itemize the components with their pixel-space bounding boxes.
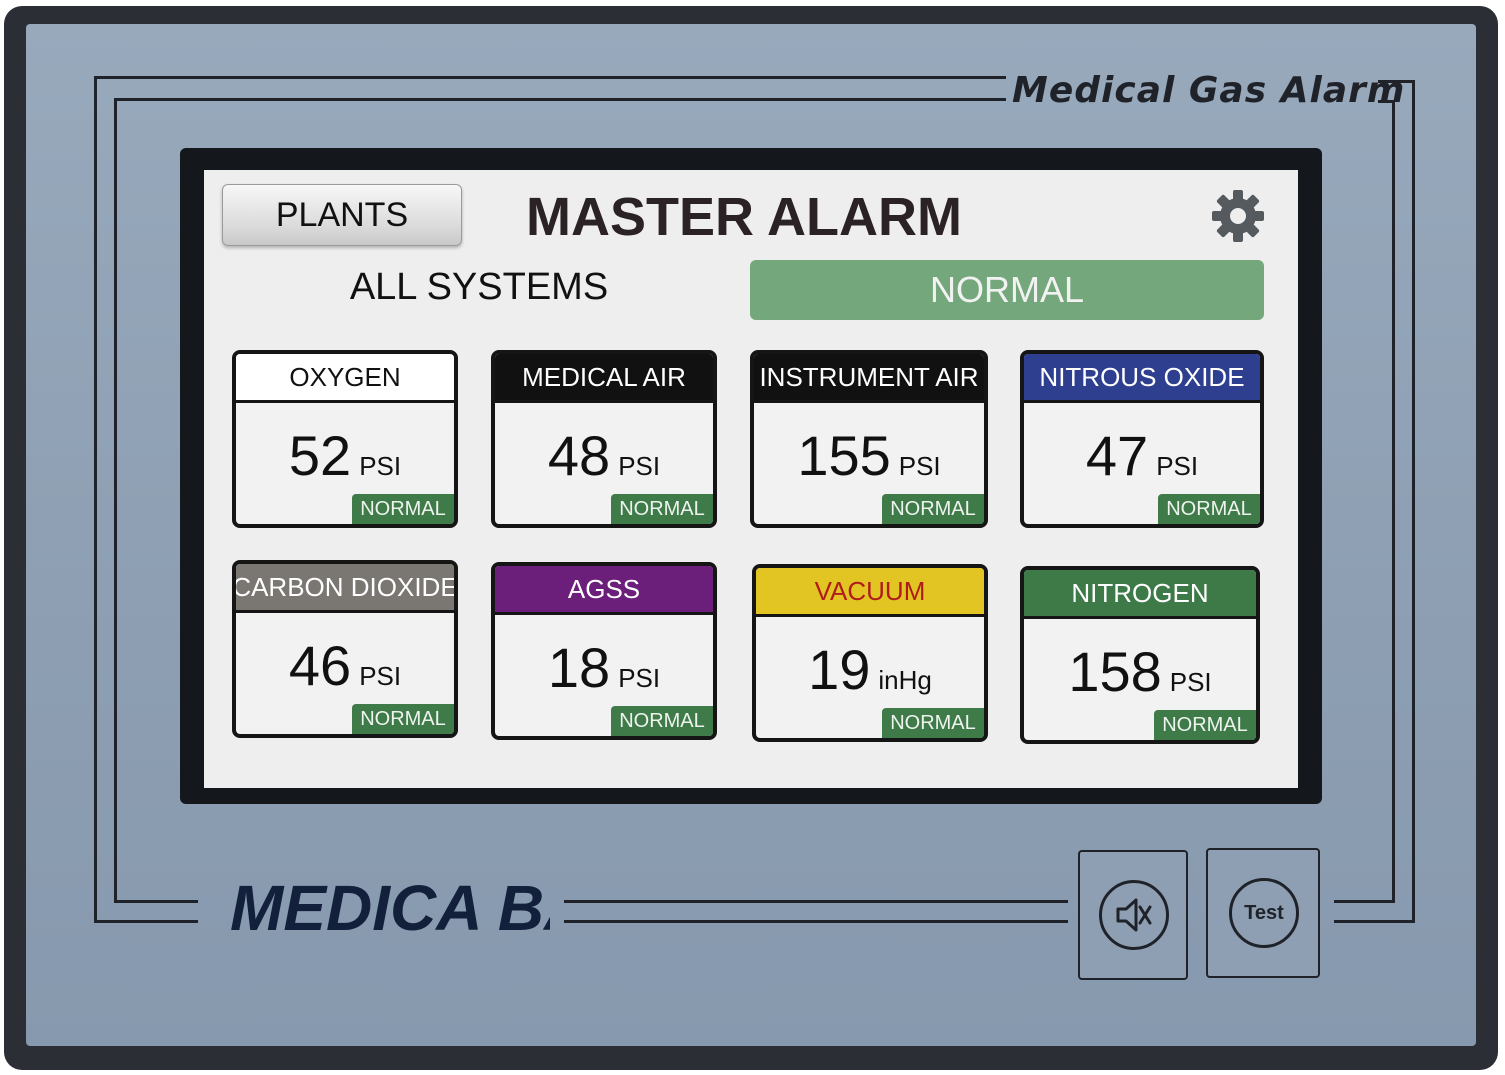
status-badge: NORMAL xyxy=(882,494,984,524)
status-badge: NORMAL xyxy=(611,706,713,736)
faceplate-line xyxy=(94,76,97,922)
tile-header: AGSS xyxy=(495,566,713,612)
tile-header: NITROGEN xyxy=(1024,570,1256,616)
tile-header: VACUUM xyxy=(756,568,984,614)
pressure-value: 47 xyxy=(1085,424,1149,487)
status-badge: NORMAL xyxy=(352,494,454,524)
gas-tile-medical-air[interactable]: MEDICAL AIR 48 PSI NORMAL xyxy=(491,350,717,528)
speaker-mute-icon xyxy=(1116,898,1152,932)
faceplate-line xyxy=(564,900,1068,903)
gas-tile-oxygen[interactable]: OXYGEN 52 PSI NORMAL xyxy=(232,350,458,528)
device-title: Medical Gas Alarm xyxy=(1012,70,1406,111)
pressure-unit: PSI xyxy=(898,451,941,481)
pressure-unit: PSI xyxy=(359,451,402,481)
status-badge: NORMAL xyxy=(611,494,713,524)
gas-tile-instrument-air[interactable]: INSTRUMENT AIR 155 PSI NORMAL xyxy=(750,350,988,528)
tile-header: INSTRUMENT AIR xyxy=(754,354,984,400)
faceplate-line xyxy=(114,98,117,902)
pressure-value: 48 xyxy=(547,424,611,487)
faceplate-line xyxy=(1334,920,1415,923)
pressure-value: 19 xyxy=(808,638,871,701)
pressure-unit: PSI xyxy=(1169,667,1212,697)
pressure-value: 158 xyxy=(1068,640,1162,703)
pressure-value: 155 xyxy=(797,424,891,487)
status-badge: NORMAL xyxy=(352,704,454,734)
faceplate-line xyxy=(1392,100,1395,902)
page-title: MASTER ALARM xyxy=(526,187,962,247)
faceplate-line xyxy=(94,920,198,923)
pressure-unit: PSI xyxy=(618,663,661,693)
summary-label: ALL SYSTEMS xyxy=(349,266,609,308)
silence-button[interactable] xyxy=(1078,850,1188,980)
test-button[interactable]: Test xyxy=(1206,848,1320,978)
pressure-value: 46 xyxy=(288,634,352,697)
status-badge: NORMAL xyxy=(1158,494,1260,524)
faceplate-line xyxy=(1334,900,1395,903)
silence-button-ring xyxy=(1099,880,1169,950)
faceplate-line xyxy=(114,98,1006,101)
tile-header: OXYGEN xyxy=(236,354,454,400)
tile-header: NITROUS OXIDE xyxy=(1024,354,1260,400)
pressure-value: 18 xyxy=(547,636,611,699)
pressure-unit: inHg xyxy=(878,665,932,695)
gas-tile-nitrogen[interactable]: NITROGEN 158 PSI NORMAL xyxy=(1020,566,1260,744)
pressure-unit: PSI xyxy=(618,451,661,481)
pressure-value: 52 xyxy=(288,424,352,487)
pressure-unit: PSI xyxy=(1156,451,1199,481)
gas-tile-nitrous-oxide[interactable]: NITROUS OXIDE 47 PSI NORMAL xyxy=(1020,350,1264,528)
pressure-unit: PSI xyxy=(359,661,402,691)
faceplate-line xyxy=(114,900,198,903)
overall-status-badge: NORMAL xyxy=(750,260,1264,320)
tile-header: CARBON DIOXIDE xyxy=(236,564,454,610)
faceplate-line xyxy=(94,76,1006,79)
tile-header: MEDICAL AIR xyxy=(495,354,713,400)
medicabay-logo: MEDICA BAY xyxy=(230,872,550,944)
logo-letter-m: MEDICA BAY xyxy=(230,872,550,944)
touch-screen: PLANTS MASTER ALARM ALL SYSTEMS NORMAL O… xyxy=(204,170,1298,788)
test-button-label: Test xyxy=(1229,878,1299,948)
gas-tile-vacuum[interactable]: VACUUM 19 inHg NORMAL xyxy=(752,564,988,742)
gear-icon[interactable] xyxy=(1210,188,1266,244)
status-badge: NORMAL xyxy=(882,708,984,738)
gas-tile-carbon-dioxide[interactable]: CARBON DIOXIDE 46 PSI NORMAL xyxy=(232,560,458,738)
plants-button[interactable]: PLANTS xyxy=(222,184,462,246)
gas-tile-agss[interactable]: AGSS 18 PSI NORMAL xyxy=(491,562,717,740)
faceplate-line xyxy=(1412,80,1415,922)
faceplate-line xyxy=(564,920,1068,923)
status-badge: NORMAL xyxy=(1154,710,1256,740)
